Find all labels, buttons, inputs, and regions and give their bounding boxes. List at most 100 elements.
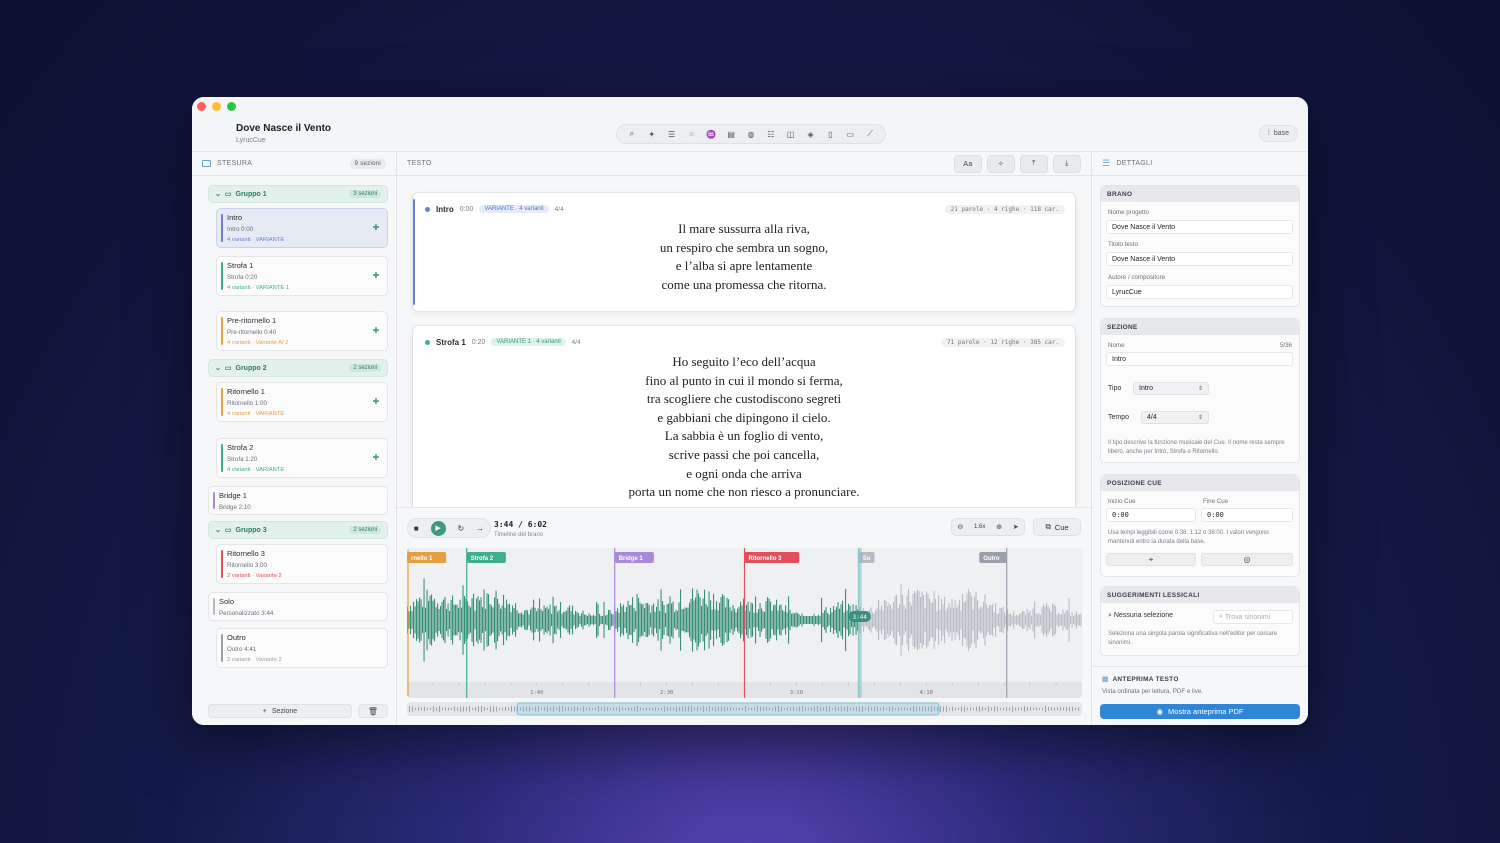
chevron-down-icon[interactable]: ⌄ (215, 364, 221, 372)
set-end-button[interactable]: ◎ (1201, 553, 1293, 566)
section-card-strofa-2[interactable]: Strofa 2 Strofa 1:20 4 varianti · VARIAN… (216, 438, 388, 478)
base-button[interactable]: ⁞ base (1258, 125, 1298, 142)
book-icon[interactable]: ▯ (823, 127, 837, 141)
wave-bar (527, 610, 529, 630)
add-variant-icon[interactable]: ✚ (371, 271, 381, 281)
search-icon[interactable]: ⌕ (625, 127, 639, 141)
wave-bar (423, 578, 425, 662)
wave-icon[interactable]: ♒ (704, 127, 718, 141)
app-subtitle: LyrucCue (236, 137, 266, 144)
file-icon[interactable]: ▭ (843, 127, 857, 141)
chevron-down-icon[interactable]: ⌄ (215, 526, 221, 534)
block-lyrics[interactable]: Ho seguito l’eco dell’acqua fino al punt… (413, 353, 1075, 502)
list-icon[interactable]: ☰ (665, 127, 679, 141)
wand-icon[interactable]: ⟋ (863, 127, 877, 141)
section-card-outro[interactable]: Outro Outro 4:41 2 varianti · Variante 2 (216, 628, 388, 668)
section-name-input[interactable]: Intro (1106, 352, 1293, 366)
wave-bar (773, 605, 775, 635)
upload-icon: ⤒ (1032, 160, 1036, 167)
palette-icon[interactable]: ◍ (744, 127, 758, 141)
waveform-view[interactable]: 1:40 2:30 3:20 4:10 rnello 1 Strofa 2 Bridge 1… (407, 548, 1082, 698)
tempo-select[interactable]: 4/4 ⇕ (1141, 411, 1209, 424)
scrub-bar (961, 706, 962, 712)
add-section-button[interactable]: + Sezione (208, 704, 352, 718)
block-lyrics[interactable]: Il mare sussurra alla riva, un respiro c… (413, 220, 1075, 294)
section-card-strofa-1[interactable]: Strofa 1 Strofa 0:20 4 varianti · VARIAN… (216, 256, 388, 296)
forward-icon[interactable]: → (476, 524, 484, 533)
show-pdf-preview-button[interactable]: ◉ Mostra anteprima PDF (1100, 704, 1300, 719)
section-card-ritornello-3[interactable]: Ritornello 3 Ritornello 3:00 2 varianti … (216, 544, 388, 584)
author-input[interactable]: LyrucCue (1106, 285, 1293, 299)
locate-icon[interactable]: ➤ (1013, 523, 1019, 531)
import-button[interactable]: ⤓ (1053, 155, 1081, 173)
shuffle-icon[interactable]: ✕ (684, 127, 698, 141)
wave-bar (443, 599, 445, 641)
wave-bar (620, 603, 622, 637)
viewport-window[interactable] (516, 702, 940, 716)
cue-start-input[interactable]: 0:00 (1106, 508, 1196, 522)
play-button[interactable]: ▶ (430, 520, 446, 536)
playhead[interactable] (857, 548, 862, 698)
delete-section-button[interactable]: 🗑 (358, 704, 388, 718)
scrubber-svg[interactable] (407, 702, 1082, 716)
playhead-label: 3:44 (853, 614, 868, 621)
export-button[interactable]: ⤒ (1020, 155, 1048, 173)
add-variant-icon[interactable]: ✚ (371, 223, 381, 233)
timeline-scrubber[interactable] (407, 702, 1082, 716)
section-meta: Bridge 2:10 (219, 504, 251, 511)
zoom-window-button[interactable] (227, 102, 236, 111)
section-card-ritornello-1[interactable]: Ritornello 1 Ritornello 1:00 4 varianti … (216, 382, 388, 422)
waveform-svg[interactable]: 1:40 2:30 3:20 4:10 rnello 1 Strofa 2 Bridge 1… (407, 548, 1082, 698)
wave-bar (699, 597, 701, 643)
type-select[interactable]: Intro ⇕ (1133, 382, 1209, 395)
zoom-out-icon[interactable]: ⊖ (957, 523, 963, 531)
wave-bar (1037, 614, 1039, 626)
checklist-icon[interactable]: ☷ (764, 127, 778, 141)
wave-bar (458, 607, 460, 633)
project-input[interactable]: Dove Nasce il Vento (1106, 220, 1293, 234)
lyric-block-strofa-1[interactable]: Strofa 1 0:20 VARIANTE 1 · 4 varianti 4/… (412, 325, 1076, 507)
wave-bar (441, 601, 443, 639)
cue-marker-label: Bridge 1 (619, 556, 644, 562)
close-window-button[interactable] (197, 102, 206, 111)
wave-bar (758, 609, 760, 631)
wave-bar (1002, 606, 1004, 634)
synonym-search[interactable]: ⌕ Trova sinonimi (1213, 610, 1293, 624)
text-title-input[interactable]: Dove Nasce il Vento (1106, 252, 1293, 266)
wave-bar (728, 599, 730, 641)
cue-end-input[interactable]: 0:00 (1201, 508, 1293, 522)
section-card-solo[interactable]: Solo Personalizzato 3:44 (208, 592, 388, 621)
sparkle-button[interactable]: ✧ (987, 155, 1015, 173)
document-icon[interactable]: ▤ (724, 127, 738, 141)
cue-label: Cue (1054, 522, 1069, 532)
lyric-block-intro[interactable]: Intro 0:00 VARIANTE · 4 varianti 4/4 21 … (412, 192, 1076, 312)
font-button[interactable]: Aa (954, 155, 982, 173)
loop-icon[interactable]: ↻ (457, 524, 464, 533)
add-variant-icon[interactable]: ✚ (371, 326, 381, 336)
layers-icon[interactable]: ◈ (804, 127, 818, 141)
wave-bar (633, 607, 635, 633)
section-card-pre-ritornello-1[interactable]: Pre-ritornello 1 Pre-ritornello 0:40 4 v… (216, 311, 388, 351)
stop-icon[interactable]: ■ (414, 524, 419, 533)
add-variant-icon[interactable]: ✚ (371, 397, 381, 407)
variant-pill[interactable]: VARIANTE 1 · 4 varianti (491, 338, 566, 346)
chevron-down-icon[interactable]: ⌄ (215, 190, 221, 198)
zoom-in-icon[interactable]: ⊕ (996, 523, 1002, 531)
add-variant-icon[interactable]: ✚ (371, 453, 381, 463)
wave-bar (1074, 613, 1076, 627)
section-card-intro[interactable]: Intro Intro 0:00 4 varianti · VARIANTE ✚ (216, 208, 388, 248)
variant-pill[interactable]: VARIANTE · 4 varianti (479, 205, 549, 213)
wave-bar (668, 603, 670, 637)
set-start-button[interactable]: ⌖ (1106, 553, 1196, 566)
columns-icon[interactable]: ◫ (784, 127, 798, 141)
group-header-3[interactable]: ⌄ ▭ Gruppo 3 2 sezioni (208, 521, 388, 539)
group-header-1[interactable]: ⌄ ▭ Gruppo 1 3 sezioni (208, 185, 388, 203)
magic-icon[interactable]: ✦ (645, 127, 659, 141)
lyrics-title: TESTO (407, 160, 432, 167)
wave-bar (902, 594, 904, 646)
section-card-bridge-1[interactable]: Bridge 1 Bridge 2:10 (208, 486, 388, 515)
group-header-2[interactable]: ⌄ ▭ Gruppo 2 2 sezioni (208, 359, 388, 377)
minimize-window-button[interactable] (212, 102, 221, 111)
cue-button[interactable]: ⧉ Cue (1033, 518, 1081, 536)
wave-bar (834, 609, 836, 631)
